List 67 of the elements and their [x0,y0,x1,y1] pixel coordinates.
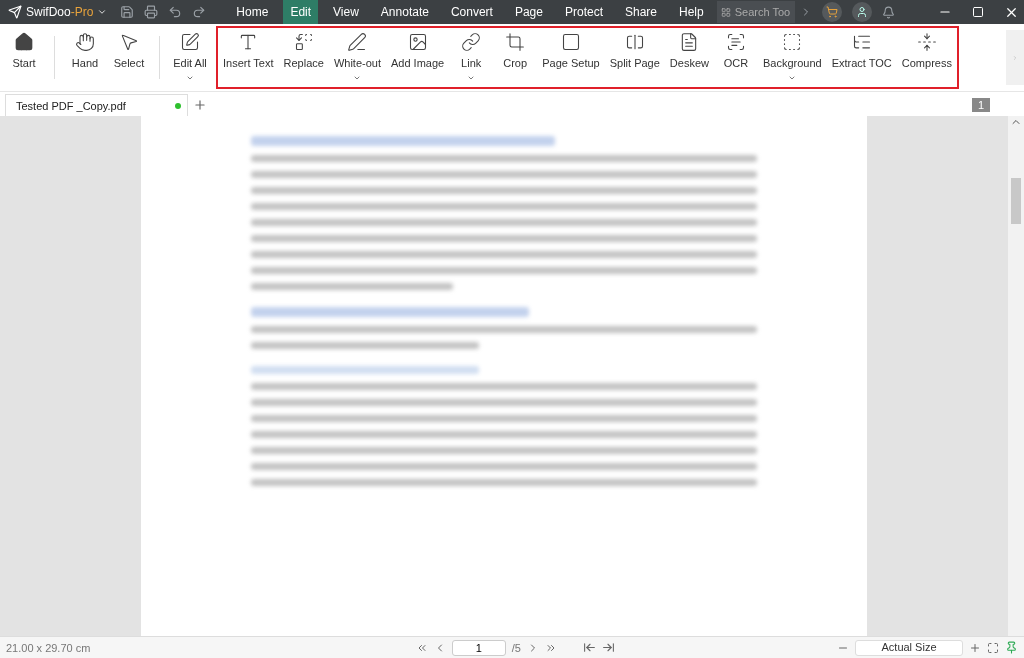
tool-button[interactable]: Link [449,28,494,87]
back-icon[interactable] [583,641,596,654]
print-icon[interactable] [144,5,159,19]
split-page-icon [624,32,645,52]
tool-button[interactable]: Insert Text [218,28,279,87]
page-size-text: 21.00 x 29.70 cm [6,641,91,654]
tool-button[interactable]: Extract TOC [826,28,897,87]
dashed-square-icon [782,32,803,52]
app-name: SwifDoo-Pro [26,5,94,19]
cart-icon [825,6,838,18]
search-box[interactable]: Search Too [716,1,795,23]
menu-tab[interactable]: Share [618,0,664,24]
scrollbar-thumb[interactable] [1011,178,1021,224]
plus-icon[interactable] [193,98,207,112]
menu-tab[interactable]: Help [672,0,711,24]
home-icon [14,32,34,52]
tool-button[interactable]: Deskew [664,28,714,87]
crop-icon [505,32,526,52]
fullscreen-icon[interactable] [987,641,999,654]
save-icon[interactable] [120,5,135,19]
menu-tab[interactable]: Page [507,0,550,24]
hand-icon [75,32,95,52]
zoom-in-icon[interactable] [969,641,981,654]
page-input[interactable]: 1 [451,639,506,656]
menu-tab[interactable]: Convert [443,0,500,24]
tool-button[interactable]: Background [757,28,827,87]
tool-button[interactable]: Edit All [168,28,212,87]
menu-tab[interactable]: Protect [557,0,610,24]
page-icon [560,32,581,52]
menu-tab[interactable]: Edit [283,0,319,24]
menu-tab[interactable]: View [326,0,366,24]
image-icon [407,32,428,52]
replace-icon [293,32,314,52]
menu-tab[interactable]: Home [229,0,276,24]
tool-button[interactable]: Select [107,28,151,87]
tool-button[interactable]: Split Page [604,28,665,87]
tool-button[interactable]: White-out [328,28,386,87]
tool-button[interactable]: Compress [896,28,957,87]
page-total-text: /5 [511,641,521,654]
search-field[interactable]: Search Too [734,6,791,18]
tool-button[interactable]: Start [2,28,46,87]
tool-button[interactable]: OCR [713,28,758,87]
tool-button[interactable]: Crop [493,28,538,87]
redo-icon[interactable] [192,5,207,19]
pointer-icon [119,32,139,52]
pen-square-icon [180,32,200,52]
compress-icon [916,32,937,52]
maximize-icon[interactable] [972,6,984,18]
forward-icon[interactable] [602,641,615,654]
undo-icon[interactable] [168,5,183,19]
tool-button[interactable]: Replace [278,28,329,87]
pin-icon[interactable] [1005,641,1018,654]
tool-button[interactable]: Page Setup [537,28,605,87]
tool-button[interactable]: Hand [63,28,107,87]
pen-icon [347,32,368,52]
caret-icon[interactable] [97,7,108,17]
scan-text-icon [725,32,746,52]
link-icon [461,32,482,52]
user-icon [855,6,868,18]
search-icon [720,6,731,18]
bell-icon[interactable] [881,5,895,19]
page-number-badge: 1 [971,98,990,112]
document-tab[interactable]: Tested PDF _Copy.pdf [5,94,188,116]
zoom-field[interactable]: Actual Size [855,639,963,656]
scrollbar[interactable] [1008,116,1024,636]
tool-button[interactable]: Add Image [386,28,450,87]
menu-tab[interactable]: Annotate [373,0,436,24]
